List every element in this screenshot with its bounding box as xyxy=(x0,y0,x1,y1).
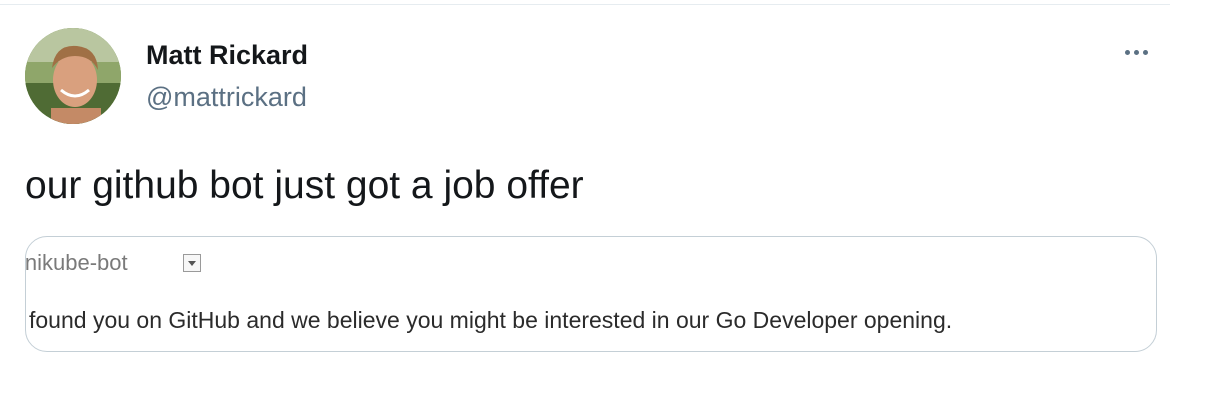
more-options-button[interactable] xyxy=(1116,40,1156,64)
tweet: Matt Rickard @mattrickard our github bot… xyxy=(0,0,1206,402)
ellipsis-icon xyxy=(1124,49,1130,55)
author-name[interactable]: Matt Rickard xyxy=(146,38,308,72)
dropdown-icon xyxy=(183,254,201,272)
profile-photo-icon xyxy=(25,28,121,124)
media-image[interactable]: inikube-bot found you on GitHub and we b… xyxy=(25,236,1157,352)
avatar[interactable] xyxy=(25,28,121,124)
email-body: found you on GitHub and we believe you m… xyxy=(29,307,953,333)
ellipsis-dot xyxy=(1142,49,1148,55)
divider xyxy=(0,4,1170,5)
author-handle[interactable]: @mattrickard xyxy=(146,80,307,114)
ellipsis-dot xyxy=(1133,49,1139,55)
tweet-text: our github bot just got a job offer xyxy=(25,164,584,207)
email-sender: inikube-bot xyxy=(25,250,128,275)
